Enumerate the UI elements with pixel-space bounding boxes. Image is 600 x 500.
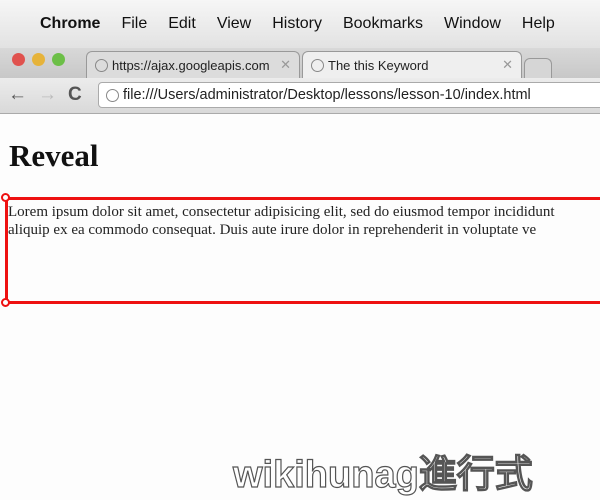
globe-icon: [106, 88, 119, 102]
resize-handle[interactable]: [1, 193, 10, 202]
address-bar[interactable]: file:///Users/administrator/Desktop/less…: [98, 82, 600, 108]
resize-handle[interactable]: [1, 298, 10, 307]
globe-icon: [95, 58, 108, 72]
watermark: wikihunag進行式: [232, 453, 533, 496]
menu-file[interactable]: File: [121, 15, 147, 33]
menu-bar: Chrome File Edit View History Bookmarks …: [0, 0, 600, 48]
reload-icon[interactable]: C: [68, 84, 82, 106]
page-heading: Reveal: [9, 138, 99, 173]
menu-bookmarks[interactable]: Bookmarks: [343, 15, 423, 33]
tab-title: The this Keyword: [328, 57, 429, 73]
menu-window[interactable]: Window: [444, 15, 501, 33]
tab-googleapis[interactable]: https://ajax.googleapis.com ✕: [86, 51, 300, 78]
close-window-button[interactable]: [12, 53, 25, 66]
lorem-paragraph: Lorem ipsum dolor sit amet, consectetur …: [8, 203, 600, 239]
paragraph-line: aliquip ex ea commodo consequat. Duis au…: [8, 222, 537, 238]
menu-help[interactable]: Help: [522, 15, 555, 33]
menu-edit[interactable]: Edit: [168, 15, 196, 33]
back-icon[interactable]: ←: [8, 84, 27, 106]
new-tab-button[interactable]: [524, 58, 552, 78]
close-tab-icon[interactable]: ✕: [502, 57, 513, 73]
forward-icon[interactable]: →: [38, 84, 57, 106]
globe-icon: [311, 58, 324, 72]
tab-title: https://ajax.googleapis.com: [112, 57, 270, 73]
tab-this-keyword[interactable]: The this Keyword ✕: [302, 51, 522, 78]
paragraph-line: Lorem ipsum dolor sit amet, consectetur …: [8, 204, 555, 220]
close-tab-icon[interactable]: ✕: [280, 57, 291, 73]
menu-view[interactable]: View: [217, 15, 251, 33]
zoom-window-button[interactable]: [52, 53, 65, 66]
menu-history[interactable]: History: [272, 15, 322, 33]
url-text: file:///Users/administrator/Desktop/less…: [123, 87, 531, 103]
minimize-window-button[interactable]: [32, 53, 45, 66]
menu-app[interactable]: Chrome: [40, 15, 100, 33]
